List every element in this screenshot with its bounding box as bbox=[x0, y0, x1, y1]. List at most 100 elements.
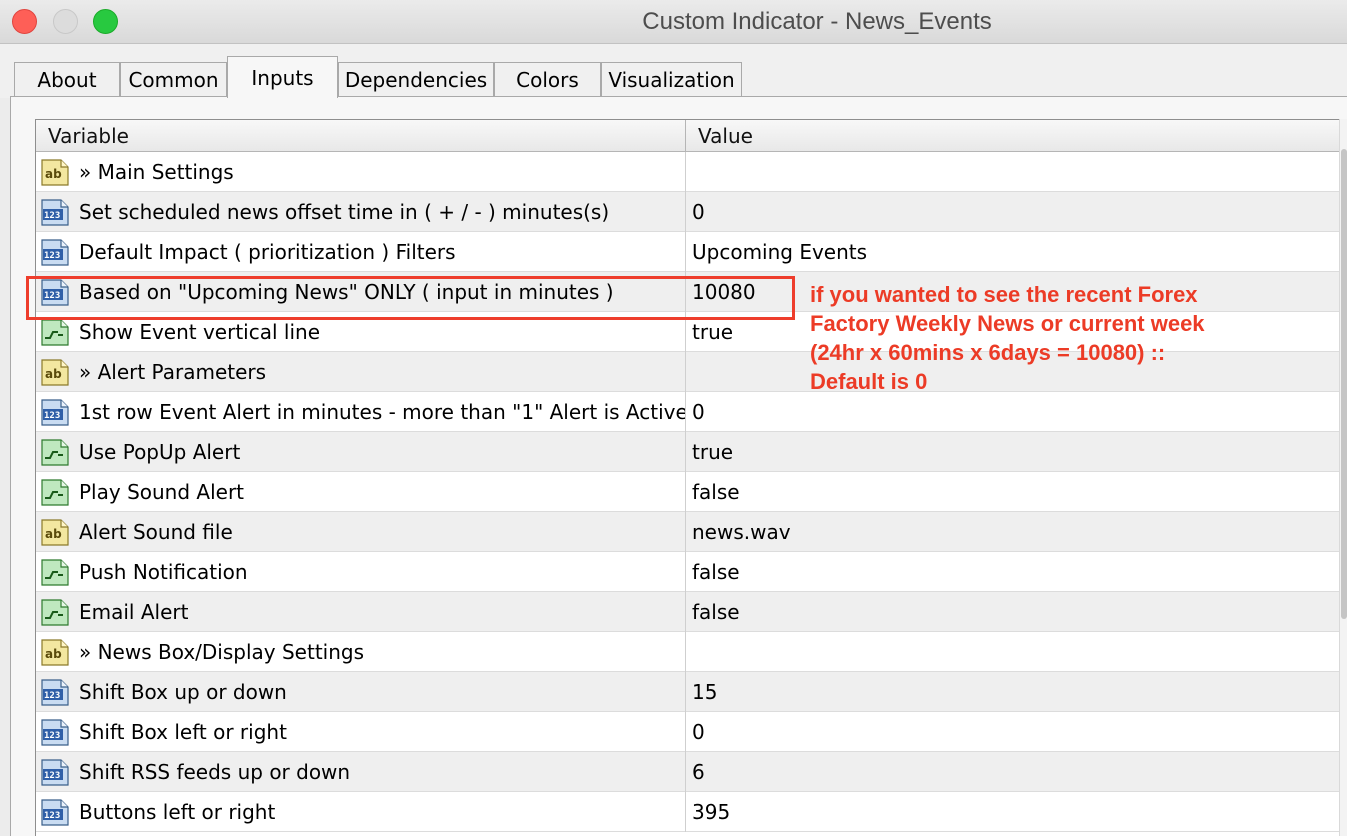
variable-name: » Alert Parameters bbox=[79, 360, 267, 384]
svg-text:123: 123 bbox=[44, 211, 60, 221]
table-row[interactable]: 123 Buttons left or right 395 bbox=[36, 792, 1340, 832]
variable-cell: Use PopUp Alert bbox=[36, 432, 686, 472]
vertical-scrollbar[interactable] bbox=[1339, 119, 1347, 836]
bool-toggle-icon bbox=[39, 556, 71, 588]
svg-text:123: 123 bbox=[44, 811, 60, 821]
title-bar: Custom Indicator - News_Events bbox=[0, 0, 1347, 44]
variable-cell: Push Notification bbox=[36, 552, 686, 592]
value-cell[interactable] bbox=[686, 152, 1340, 192]
123-number-icon: 123 bbox=[39, 716, 71, 748]
annotation-line: if you wanted to see the recent Forex bbox=[810, 282, 1198, 307]
value-cell[interactable]: 0 bbox=[686, 192, 1340, 232]
123-number-icon: 123 bbox=[39, 196, 71, 228]
annotation-highlight-box bbox=[26, 276, 795, 320]
variable-cell: 123 Shift Box left or right bbox=[36, 712, 686, 752]
123-number-icon: 123 bbox=[39, 676, 71, 708]
tab-inputs[interactable]: Inputs bbox=[227, 56, 338, 98]
variable-name: Set scheduled news offset time in ( + / … bbox=[79, 200, 610, 224]
bool-toggle-icon bbox=[39, 596, 71, 628]
value-cell[interactable]: 395 bbox=[686, 792, 1340, 832]
table-row[interactable]: 123 Shift Box left or right 0 bbox=[36, 712, 1340, 752]
ab-string-icon: ab bbox=[39, 156, 71, 188]
tab-about[interactable]: About bbox=[14, 62, 120, 96]
svg-text:123: 123 bbox=[44, 251, 60, 261]
table-row[interactable]: ab » Main Settings bbox=[36, 152, 1340, 192]
variable-cell: 123 Shift RSS feeds up or down bbox=[36, 752, 686, 792]
value-cell[interactable] bbox=[686, 632, 1340, 672]
svg-text:ab: ab bbox=[45, 367, 62, 381]
table-row[interactable]: Play Sound Alert false bbox=[36, 472, 1340, 512]
variable-name: Use PopUp Alert bbox=[79, 440, 241, 464]
table-row[interactable]: Push Notification false bbox=[36, 552, 1340, 592]
bool-toggle-icon bbox=[39, 316, 71, 348]
table-row[interactable]: ab Alert Sound file news.wav bbox=[36, 512, 1340, 552]
variable-cell: 123 Shift Box up or down bbox=[36, 672, 686, 712]
annotation-note: if you wanted to see the recent Forex Fa… bbox=[810, 280, 1340, 396]
column-header-value[interactable]: Value bbox=[686, 120, 1340, 152]
value-cell[interactable]: 0 bbox=[686, 712, 1340, 752]
value-cell[interactable]: false bbox=[686, 592, 1340, 632]
value-cell[interactable]: 0 bbox=[686, 392, 1340, 432]
variable-name: » Main Settings bbox=[79, 160, 234, 184]
annotation-line: Factory Weekly News or current week bbox=[810, 311, 1205, 336]
variable-cell: ab » Alert Parameters bbox=[36, 352, 686, 392]
svg-text:123: 123 bbox=[44, 731, 60, 741]
variable-name: Alert Sound file bbox=[79, 520, 233, 544]
variable-name: Buttons left or right bbox=[79, 800, 276, 824]
window-title: Custom Indicator - News_Events bbox=[642, 8, 992, 35]
123-number-icon: 123 bbox=[39, 796, 71, 828]
svg-text:123: 123 bbox=[44, 411, 60, 421]
variable-cell: 123 Set scheduled news offset time in ( +… bbox=[36, 192, 686, 232]
table-row[interactable]: Use PopUp Alert true bbox=[36, 432, 1340, 472]
variable-name: Push Notification bbox=[79, 560, 248, 584]
variable-cell: ab Alert Sound file bbox=[36, 512, 686, 552]
table-row[interactable]: 123 Default Impact ( prioritization ) Fil… bbox=[36, 232, 1340, 272]
tab-colors[interactable]: Colors bbox=[494, 62, 601, 96]
tab-common[interactable]: Common bbox=[120, 62, 227, 96]
variable-name: Play Sound Alert bbox=[79, 480, 245, 504]
123-number-icon: 123 bbox=[39, 236, 71, 268]
variable-name: Default Impact ( prioritization ) Filter… bbox=[79, 240, 456, 264]
value-cell[interactable]: news.wav bbox=[686, 512, 1340, 552]
value-cell[interactable]: 6 bbox=[686, 752, 1340, 792]
table-row[interactable]: 123 Shift RSS feeds up or down 6 bbox=[36, 752, 1340, 792]
inputs-table: Variable Value ab » Main Settings 123 Set s… bbox=[35, 119, 1340, 836]
variable-name: » News Box/Display Settings bbox=[79, 640, 365, 664]
ab-string-icon: ab bbox=[39, 516, 71, 548]
variable-cell: ab » Main Settings bbox=[36, 152, 686, 192]
table-row[interactable]: 123 Shift Box up or down 15 bbox=[36, 672, 1340, 712]
variable-cell: 123 1st row Event Alert in minutes - more… bbox=[36, 392, 686, 432]
variable-name: Email Alert bbox=[79, 600, 189, 624]
tab-strip: About Common Inputs Dependencies Colors … bbox=[0, 44, 1347, 98]
scrollbar-thumb[interactable] bbox=[1341, 149, 1347, 619]
ab-string-icon: ab bbox=[39, 356, 71, 388]
tab-visualization[interactable]: Visualization bbox=[601, 62, 742, 96]
table-row[interactable]: 123 Set scheduled news offset time in ( +… bbox=[36, 192, 1340, 232]
value-cell[interactable]: Upcoming Events bbox=[686, 232, 1340, 272]
value-cell[interactable]: 15 bbox=[686, 672, 1340, 712]
value-cell[interactable]: false bbox=[686, 552, 1340, 592]
variable-cell: 123 Buttons left or right bbox=[36, 792, 686, 832]
variable-cell: Email Alert bbox=[36, 592, 686, 632]
table-header: Variable Value bbox=[36, 120, 1340, 152]
svg-text:123: 123 bbox=[44, 691, 60, 701]
123-number-icon: 123 bbox=[39, 756, 71, 788]
variable-name: Shift Box up or down bbox=[79, 680, 287, 704]
variable-name: Shift Box left or right bbox=[79, 720, 287, 744]
svg-text:123: 123 bbox=[44, 771, 60, 781]
column-header-variable[interactable]: Variable bbox=[36, 120, 686, 152]
svg-text:ab: ab bbox=[45, 647, 62, 661]
annotation-line: Default is 0 bbox=[810, 369, 928, 394]
table-row[interactable]: Email Alert false bbox=[36, 592, 1340, 632]
value-cell[interactable]: false bbox=[686, 472, 1340, 512]
svg-text:ab: ab bbox=[45, 167, 62, 181]
table-row[interactable]: 123 1st row Event Alert in minutes - more… bbox=[36, 392, 1340, 432]
value-cell[interactable]: true bbox=[686, 432, 1340, 472]
variable-cell: 123 Default Impact ( prioritization ) Fil… bbox=[36, 232, 686, 272]
annotation-line: (24hr x 60mins x 6days = 10080) :: bbox=[810, 340, 1166, 365]
tab-dependencies[interactable]: Dependencies bbox=[338, 62, 494, 96]
variable-name: Shift RSS feeds up or down bbox=[79, 760, 351, 784]
123-number-icon: 123 bbox=[39, 396, 71, 428]
bool-toggle-icon bbox=[39, 436, 71, 468]
table-row[interactable]: ab » News Box/Display Settings bbox=[36, 632, 1340, 672]
